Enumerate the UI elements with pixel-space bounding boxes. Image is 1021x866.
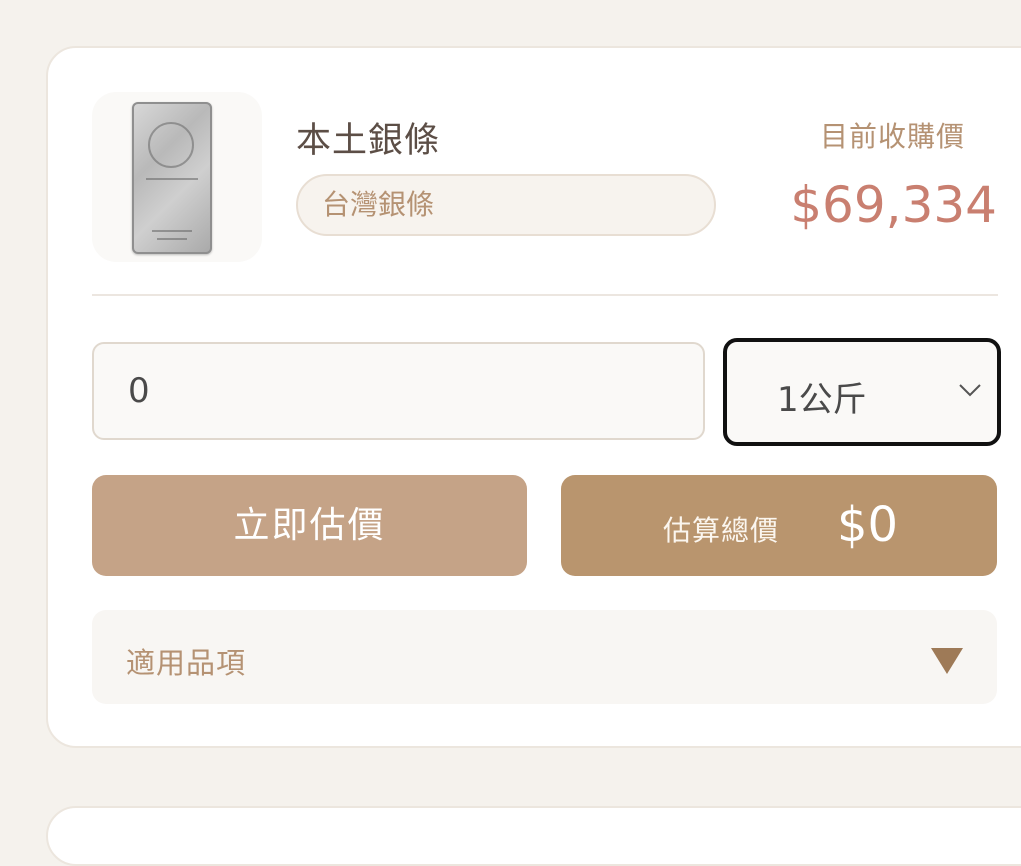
next-product-card	[46, 806, 1021, 866]
total-value: $0	[837, 497, 899, 553]
total-label: 估算總價	[663, 514, 780, 547]
price-label: 目前收購價	[819, 120, 965, 153]
chevron-down-icon	[959, 384, 981, 397]
product-thumbnail	[92, 92, 262, 262]
silver-bar-image	[132, 102, 212, 254]
divider	[92, 294, 998, 296]
unit-select-value: 1公斤	[777, 380, 867, 420]
product-title: 本土銀條	[296, 121, 441, 161]
quantity-input[interactable]	[92, 342, 705, 440]
applicable-items-accordion[interactable]: 適用品項	[92, 610, 997, 704]
unit-select[interactable]: 1公斤	[723, 338, 1001, 446]
product-category-badge: 台灣銀條	[296, 174, 716, 236]
lion-emblem-icon	[148, 122, 194, 168]
total-estimate-box: 估算總價 $0	[561, 475, 997, 576]
triangle-down-icon	[931, 648, 963, 674]
accordion-label: 適用品項	[126, 646, 247, 680]
estimate-button[interactable]: 立即估價	[92, 475, 527, 576]
current-price: $69,334	[790, 176, 997, 234]
